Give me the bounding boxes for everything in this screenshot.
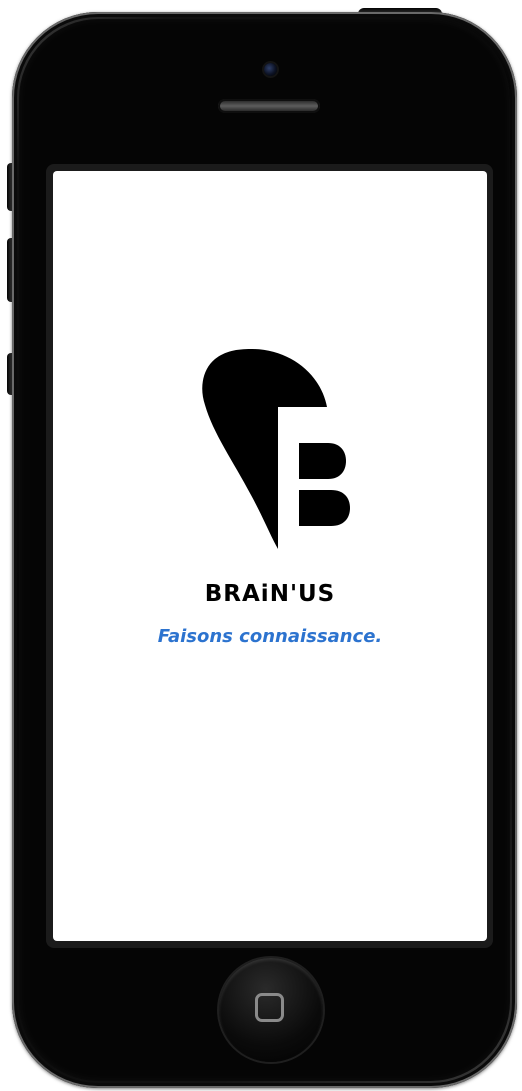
logo-b-upper — [299, 443, 346, 479]
home-icon — [255, 993, 284, 1022]
app-screen: BRAiN'US Faisons connaissance. — [53, 171, 487, 941]
front-camera-icon — [264, 63, 277, 76]
speaker-grill-icon — [218, 99, 320, 113]
brand-name: BRAiN'US — [204, 581, 336, 607]
brainus-logo-icon — [202, 349, 350, 549]
device-mockup: BRAiN'US Faisons connaissance. — [0, 0, 522, 1091]
tagline: Faisons connaissance. — [157, 626, 383, 647]
logo-b-lower — [299, 490, 350, 526]
home-button[interactable] — [219, 958, 323, 1062]
